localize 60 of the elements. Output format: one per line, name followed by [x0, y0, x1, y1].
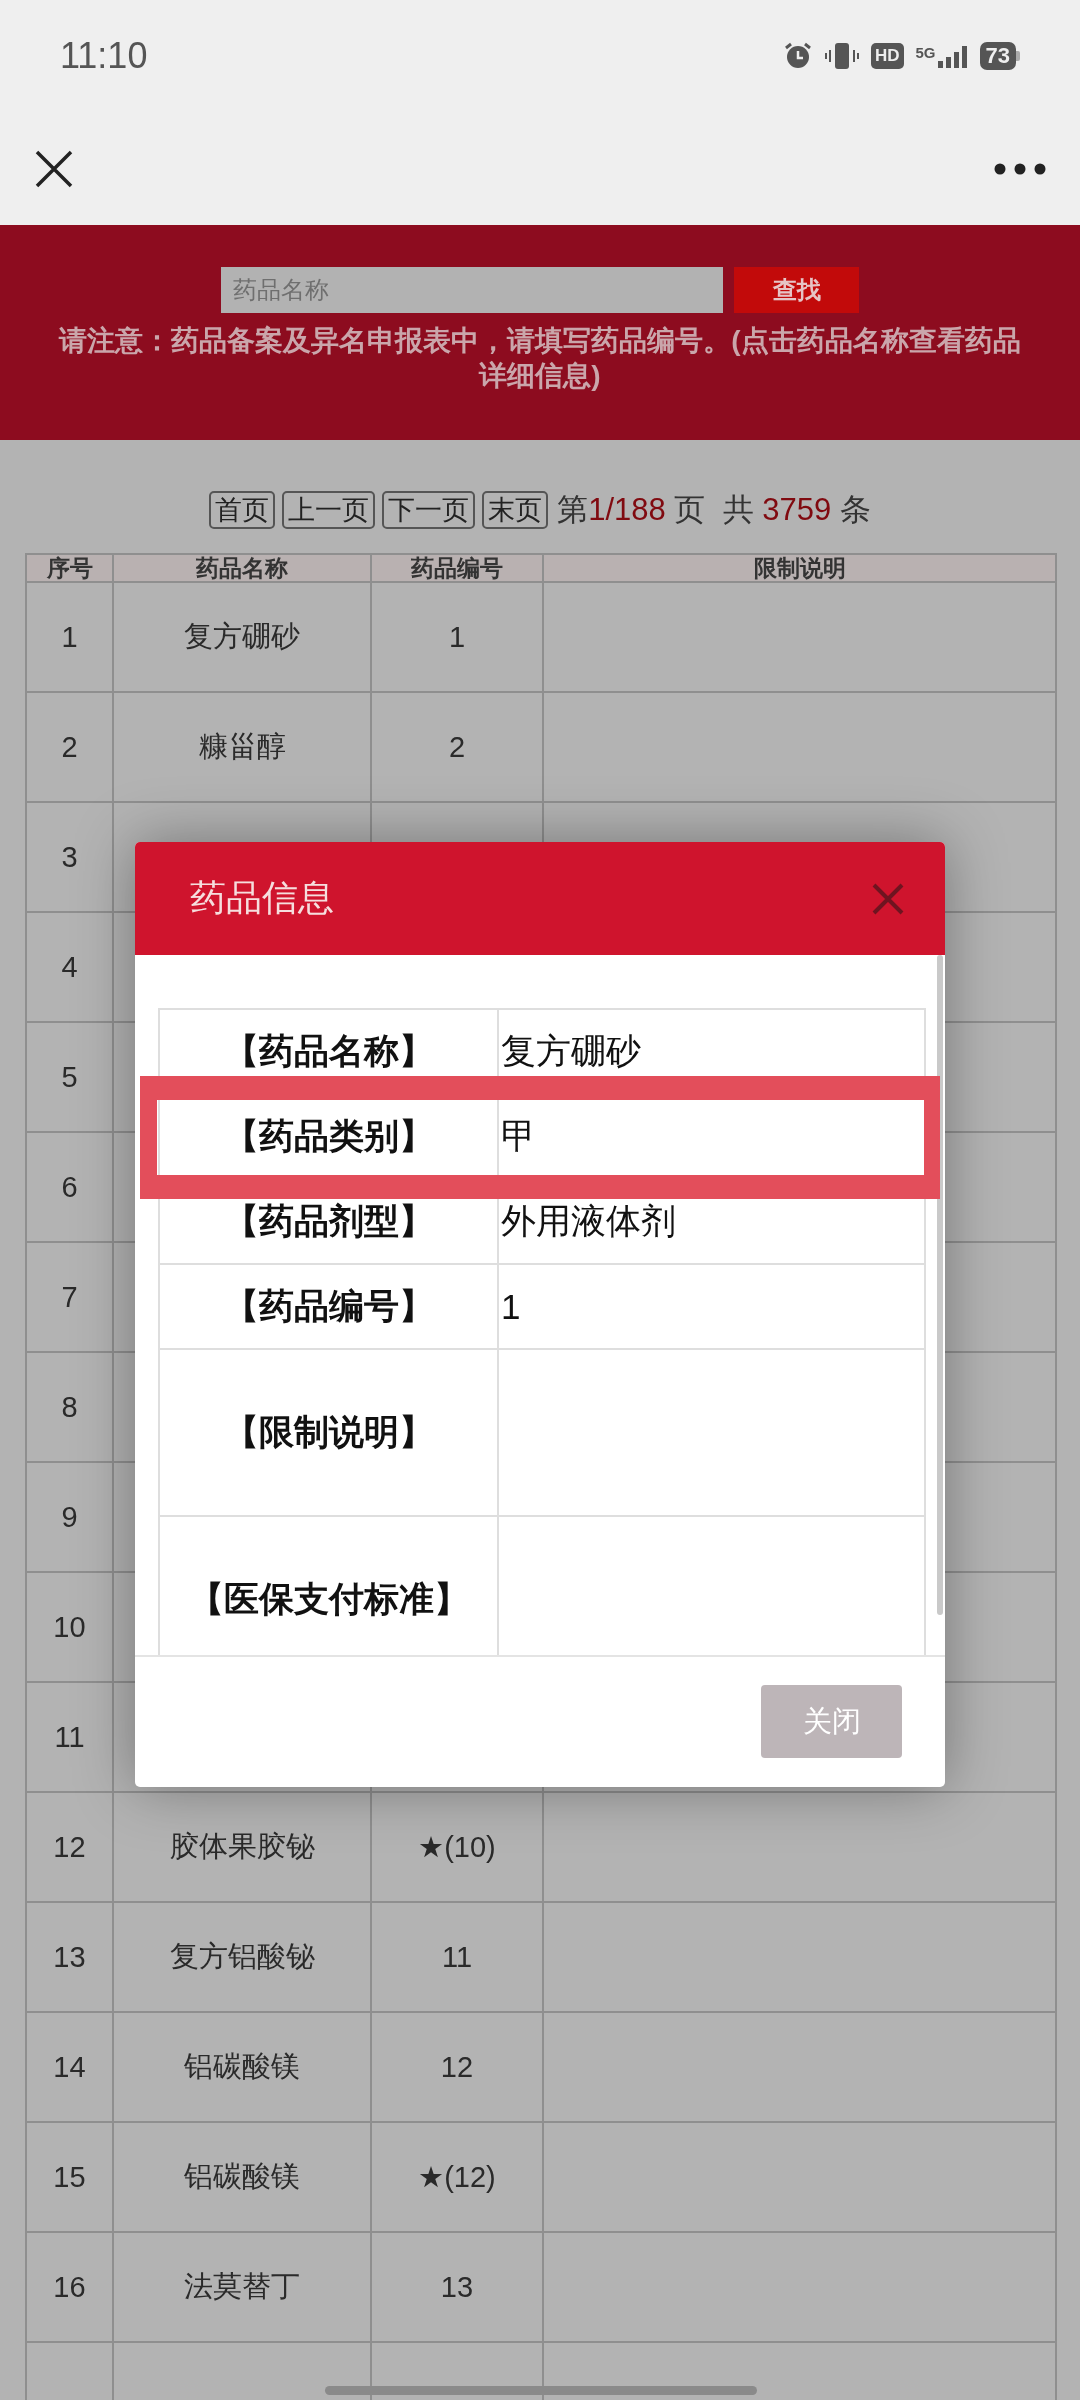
- field-value: 1: [501, 1286, 521, 1327]
- page-info: 第1/188 页 共 3759 条: [557, 490, 871, 529]
- search-field[interactable]: 药品名称: [221, 267, 723, 313]
- row-number-cell: 1: [27, 583, 114, 693]
- pager-button[interactable]: 上一页: [282, 490, 376, 529]
- pager-button[interactable]: 下一页: [382, 490, 476, 529]
- drug-name-cell[interactable]: 复方铝酸铋: [114, 1903, 372, 2013]
- dialog-title: 药品信息: [190, 876, 334, 920]
- column-header: 药品编号: [372, 553, 544, 583]
- row-number-cell: 9: [27, 1463, 114, 1573]
- row-number-cell: 4: [27, 913, 114, 1023]
- field-label: 【限制说明】: [160, 1350, 499, 1515]
- row-number-cell: 11: [27, 1683, 114, 1793]
- field-label: 【药品类别】: [160, 1095, 499, 1178]
- drug-name-cell[interactable]: 胶体果胶铋: [114, 1793, 372, 1903]
- row-number-cell: 2: [27, 693, 114, 803]
- row-number-cell: 3: [27, 803, 114, 913]
- row-number-cell: 5: [27, 1023, 114, 1133]
- row-number-cell: 7: [27, 1243, 114, 1353]
- row-number-cell: 13: [27, 1903, 114, 2013]
- alarm-icon: [782, 41, 813, 71]
- pager-button[interactable]: 末页: [482, 490, 549, 529]
- row-number-cell: 14: [27, 2013, 114, 2123]
- field-label: 【药品名称】: [160, 1010, 499, 1093]
- row-number-cell: 16: [27, 2233, 114, 2343]
- row-number-cell: 8: [27, 1353, 114, 1463]
- drug-code-cell: 12: [372, 2013, 544, 2123]
- row-number-cell: 6: [27, 1133, 114, 1243]
- vibrate-icon: [824, 41, 859, 71]
- drug-code-cell: ★(12): [372, 2123, 544, 2233]
- column-header: 序号: [27, 553, 114, 583]
- column-header: 药品名称: [114, 553, 372, 583]
- drug-code-cell: 1: [372, 583, 544, 693]
- drug-code-cell: ★(10): [372, 1793, 544, 1903]
- close-icon[interactable]: [34, 148, 74, 189]
- drug-code-cell: 11: [372, 1903, 544, 2013]
- row-number-cell: 10: [27, 1573, 114, 1683]
- drug-code-cell: 2: [372, 693, 544, 803]
- hd-icon: HD: [870, 43, 904, 69]
- scrollbar[interactable]: [937, 955, 943, 1615]
- notice-text: 请注意：药品备案及异名申报表中，请填写药品编号。(点击药品名称查看药品详细信息): [57, 324, 1022, 393]
- drug-name-cell[interactable]: 糠甾醇: [114, 693, 372, 803]
- field-value: 甲: [501, 1115, 536, 1157]
- field-label: 【药品剂型】: [160, 1180, 499, 1263]
- field-value: 复方硼砂: [501, 1030, 641, 1072]
- drug-code-cell: 13: [372, 2233, 544, 2343]
- field-label: 【药品编号】: [160, 1265, 499, 1348]
- drug-name-cell[interactable]: 法莫替丁: [114, 2233, 372, 2343]
- clock-time: 11:10: [60, 35, 148, 77]
- search-button[interactable]: 查找: [734, 267, 859, 313]
- drug-name-cell[interactable]: 铝碳酸镁: [114, 2013, 372, 2123]
- pager-button[interactable]: 首页: [209, 490, 276, 529]
- column-header: 限制说明: [544, 553, 1057, 583]
- field-label: 【医保支付标准】: [160, 1517, 499, 1655]
- more-icon[interactable]: [994, 162, 1046, 175]
- row-number-cell: 15: [27, 2123, 114, 2233]
- drug-name-cell[interactable]: 复方硼砂: [114, 583, 372, 693]
- row-number-cell: 12: [27, 1793, 114, 1903]
- field-value: 外用液体剂: [501, 1200, 676, 1242]
- drug-name-cell[interactable]: 铝碳酸镁: [114, 2123, 372, 2233]
